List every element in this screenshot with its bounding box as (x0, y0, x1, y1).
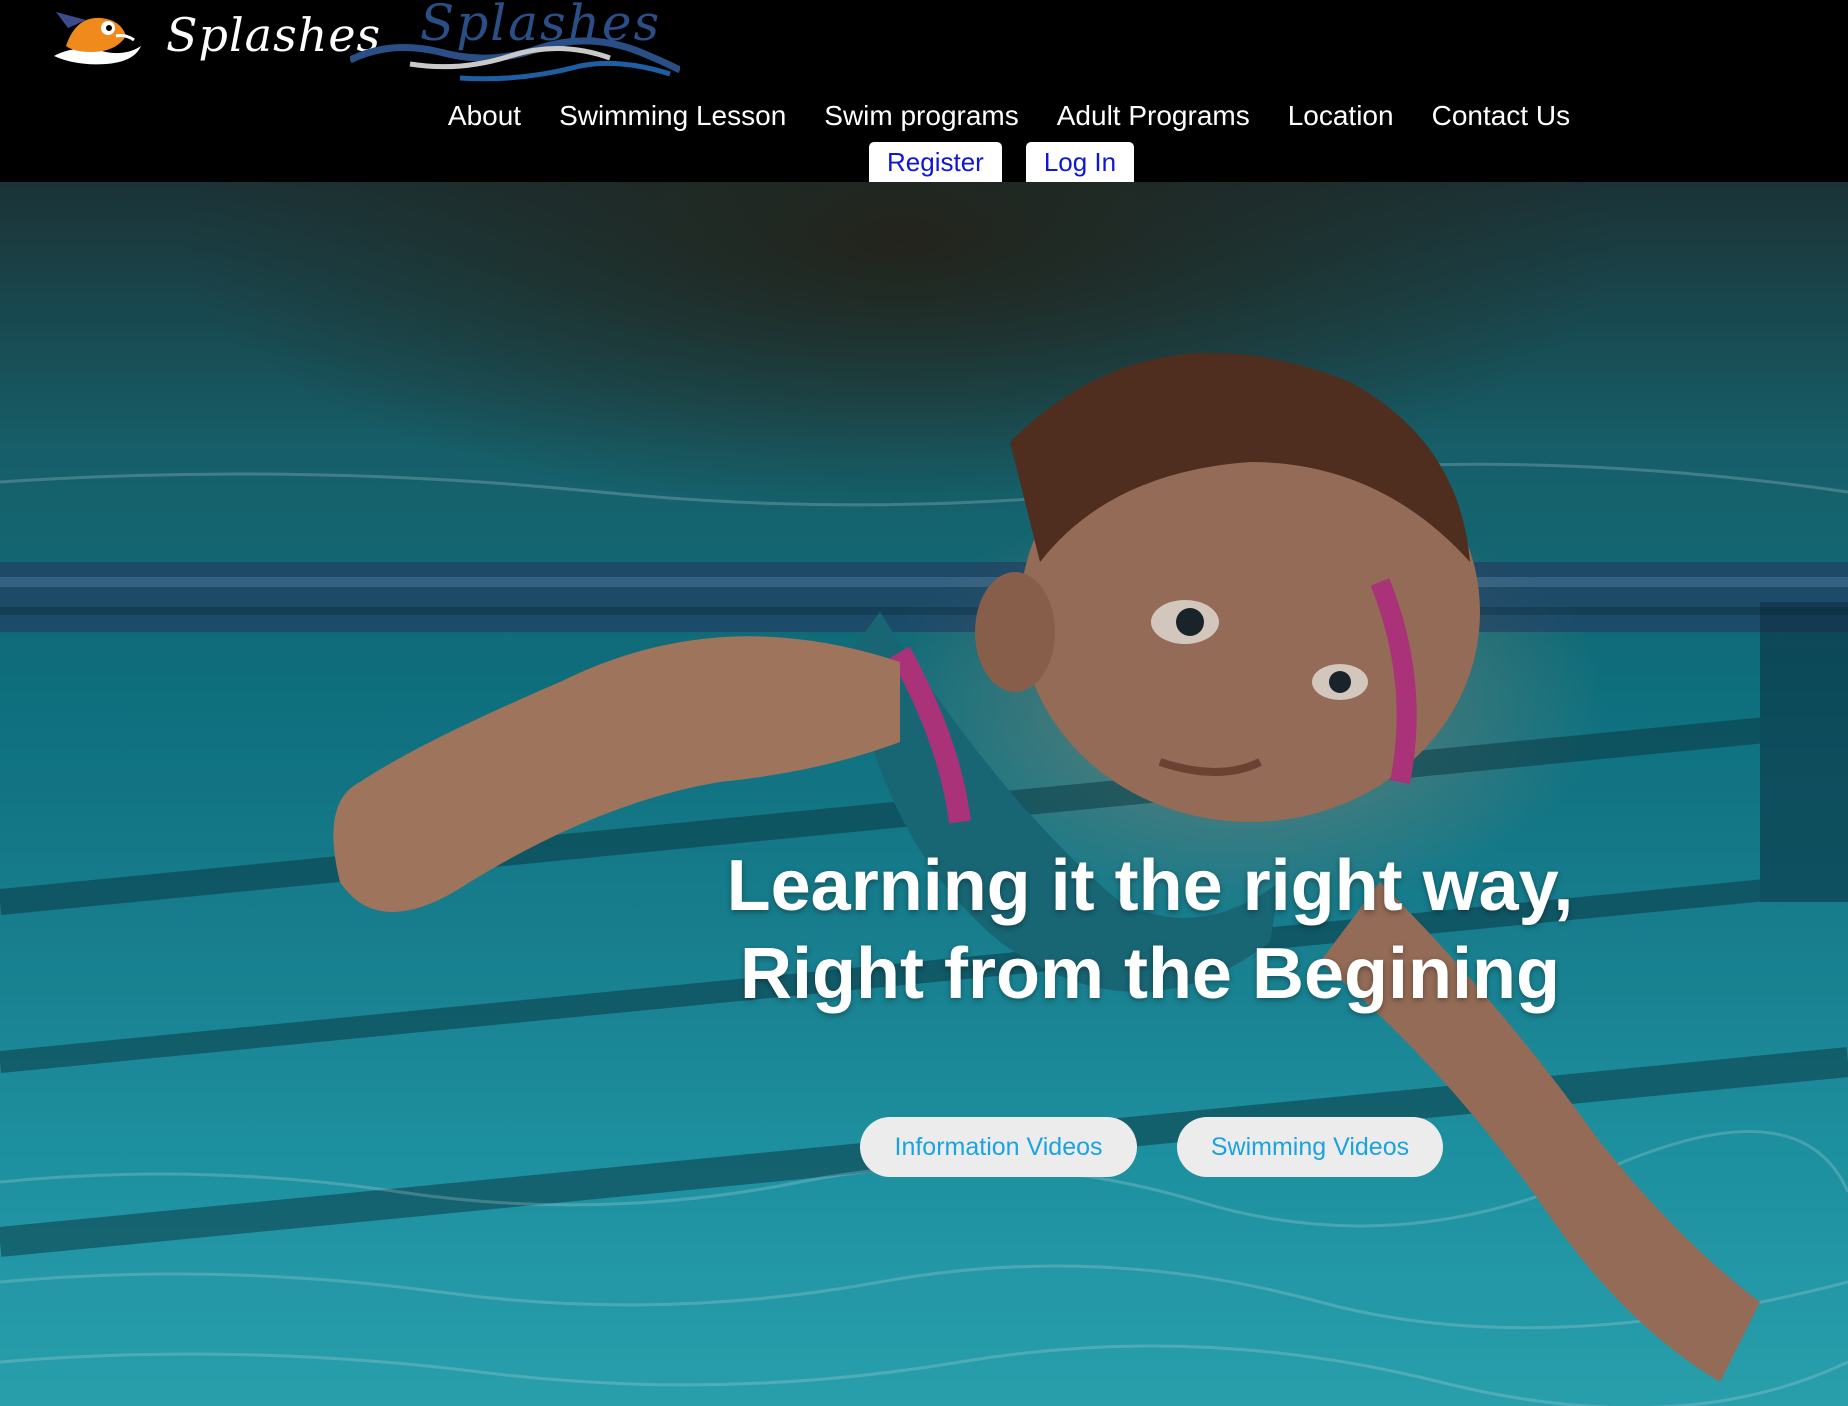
hero-headline-line-2: Right from the Begining (740, 934, 1560, 1015)
hero-section: Learning it the right way, Right from th… (0, 182, 1848, 1406)
information-videos-button[interactable]: Information Videos (860, 1117, 1137, 1177)
nav-item-swimming-lesson[interactable]: Swimming Lesson (559, 96, 786, 136)
nav-item-adult-programs[interactable]: Adult Programs (1057, 96, 1250, 136)
nav-item-contact-us[interactable]: Contact Us (1432, 96, 1571, 136)
brand-name[interactable]: Splashes (166, 8, 381, 62)
wave-logo-wordmark: Splashes (420, 0, 662, 52)
nav-item-swim-programs[interactable]: Swim programs (824, 96, 1018, 136)
nav-item-location[interactable]: Location (1288, 96, 1394, 136)
nav-item-about[interactable]: About (448, 96, 521, 136)
site-header: Splashes Splashes About Swimming Lesson … (0, 0, 1848, 182)
auth-buttons: Register Log In (869, 142, 1135, 182)
hero-background-image (0, 182, 1848, 1406)
hero-headline: Learning it the right way, Right from th… (620, 842, 1680, 1018)
swimming-videos-button[interactable]: Swimming Videos (1177, 1117, 1443, 1177)
register-button[interactable]: Register (869, 142, 1002, 182)
mascot-logo-icon[interactable] (46, 6, 146, 72)
hero-headline-line-1: Learning it the right way, (726, 846, 1574, 927)
login-button[interactable]: Log In (1025, 142, 1135, 182)
main-nav: About Swimming Lesson Swim programs Adul… (0, 96, 1848, 136)
